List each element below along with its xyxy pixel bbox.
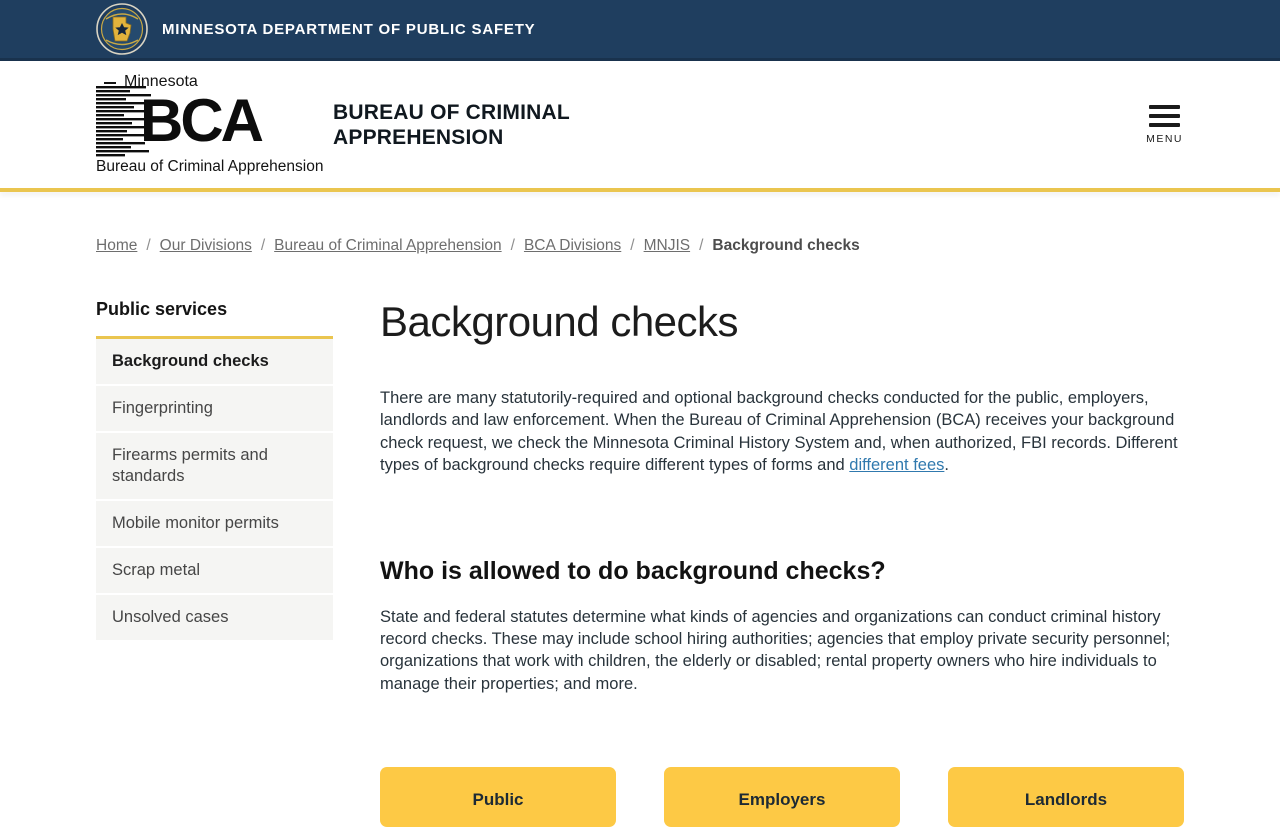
site-header: Minnesota BCA Bureau of Criminal Apprehe…	[0, 61, 1280, 188]
breadcrumb-link-bureau-of-criminal-apprehension[interactable]: Bureau of Criminal Apprehension	[274, 237, 501, 254]
topbar: MINNESOTA DEPARTMENT OF PUBLIC SAFETY	[0, 0, 1280, 61]
button-landlords[interactable]: Landlords	[948, 767, 1184, 827]
bca-logo[interactable]: Minnesota BCA Bureau of Criminal Apprehe…	[96, 73, 324, 176]
sidebar-item-firearms-permits-and-standards[interactable]: Firearms permits and standards	[96, 433, 333, 499]
sidebar-item-unsolved-cases[interactable]: Unsolved cases	[96, 595, 333, 640]
hamburger-icon	[1149, 105, 1181, 127]
breadcrumb: Home / Our Divisions / Bureau of Criminal Ap…	[96, 236, 1184, 256]
site-title: BUREAU OF CRIMINAL APPREHENSION	[333, 100, 570, 150]
breadcrumb-separator: /	[699, 237, 704, 254]
agency-title: MINNESOTA DEPARTMENT OF PUBLIC SAFETY	[162, 20, 536, 38]
intro-text-before: There are many statutorily-required and …	[380, 389, 1178, 475]
breadcrumb-separator: /	[510, 237, 515, 254]
site-title-line2: APPREHENSION	[333, 125, 504, 149]
button-employers[interactable]: Employers	[664, 767, 900, 827]
sidebar-item-label: Unsolved cases	[112, 608, 229, 626]
sidebar-item-label: Mobile monitor permits	[112, 514, 279, 532]
site-title-line1: BUREAU OF CRIMINAL	[333, 100, 570, 124]
page-title: Background checks	[380, 298, 739, 345]
sidebar-item-label: Fingerprinting	[112, 399, 213, 417]
breadcrumb-link-home[interactable]: Home	[96, 237, 137, 254]
dps-seal-icon	[96, 3, 148, 55]
sidebar-item-label: Background checks	[112, 352, 269, 370]
menu-button[interactable]: MENU	[1146, 105, 1183, 145]
sidebar-item-fingerprinting[interactable]: Fingerprinting	[96, 386, 333, 431]
main-content: Background checks There are many statuto…	[380, 299, 1184, 827]
breadcrumb-link-bca-divisions[interactable]: BCA Divisions	[524, 237, 621, 254]
sidebar-item-background-checks[interactable]: Background checks	[96, 339, 333, 384]
sidebar-item-label: Firearms permits and standards	[112, 446, 268, 485]
audience-buttons: Public Employers Landlords	[380, 767, 1184, 827]
bca-logo-acronym: BCA	[140, 86, 264, 154]
gold-divider	[0, 188, 1280, 192]
breadcrumb-separator: /	[630, 237, 635, 254]
sidebar-item-mobile-monitor-permits[interactable]: Mobile monitor permits	[96, 501, 333, 546]
sidebar-item-scrap-metal[interactable]: Scrap metal	[96, 548, 333, 593]
bca-logo-bureau-label: Bureau of Criminal Apprehension	[96, 157, 324, 175]
section-heading: Who is allowed to do background checks?	[380, 556, 886, 585]
sidebar-heading: Public services	[96, 299, 228, 319]
sidebar-list: Background checks Fingerprinting Firearms …	[96, 336, 333, 640]
breadcrumb-separator: /	[146, 237, 151, 254]
breadcrumb-link-mnjis[interactable]: MNJIS	[644, 237, 691, 254]
intro-text-after: .	[944, 456, 949, 475]
menu-label: MENU	[1146, 133, 1183, 145]
bca-logo-minnesota-label: Minnesota	[96, 73, 311, 90]
different-fees-link[interactable]: different fees	[849, 456, 944, 474]
breadcrumb-current: Background checks	[712, 237, 860, 254]
breadcrumb-separator: /	[260, 237, 266, 254]
intro-paragraph: There are many statutorily-required and …	[380, 387, 1184, 477]
sidebar: Public services Background checks Fingerp…	[96, 299, 333, 640]
section-paragraph: State and federal statutes determine wha…	[380, 607, 1171, 693]
page: MINNESOTA DEPARTMENT OF PUBLIC SAFETY Mi…	[0, 0, 1280, 827]
sidebar-item-label: Scrap metal	[112, 561, 201, 579]
button-public[interactable]: Public	[380, 767, 616, 827]
breadcrumb-link-our-divisions[interactable]: Our Divisions	[160, 237, 252, 254]
